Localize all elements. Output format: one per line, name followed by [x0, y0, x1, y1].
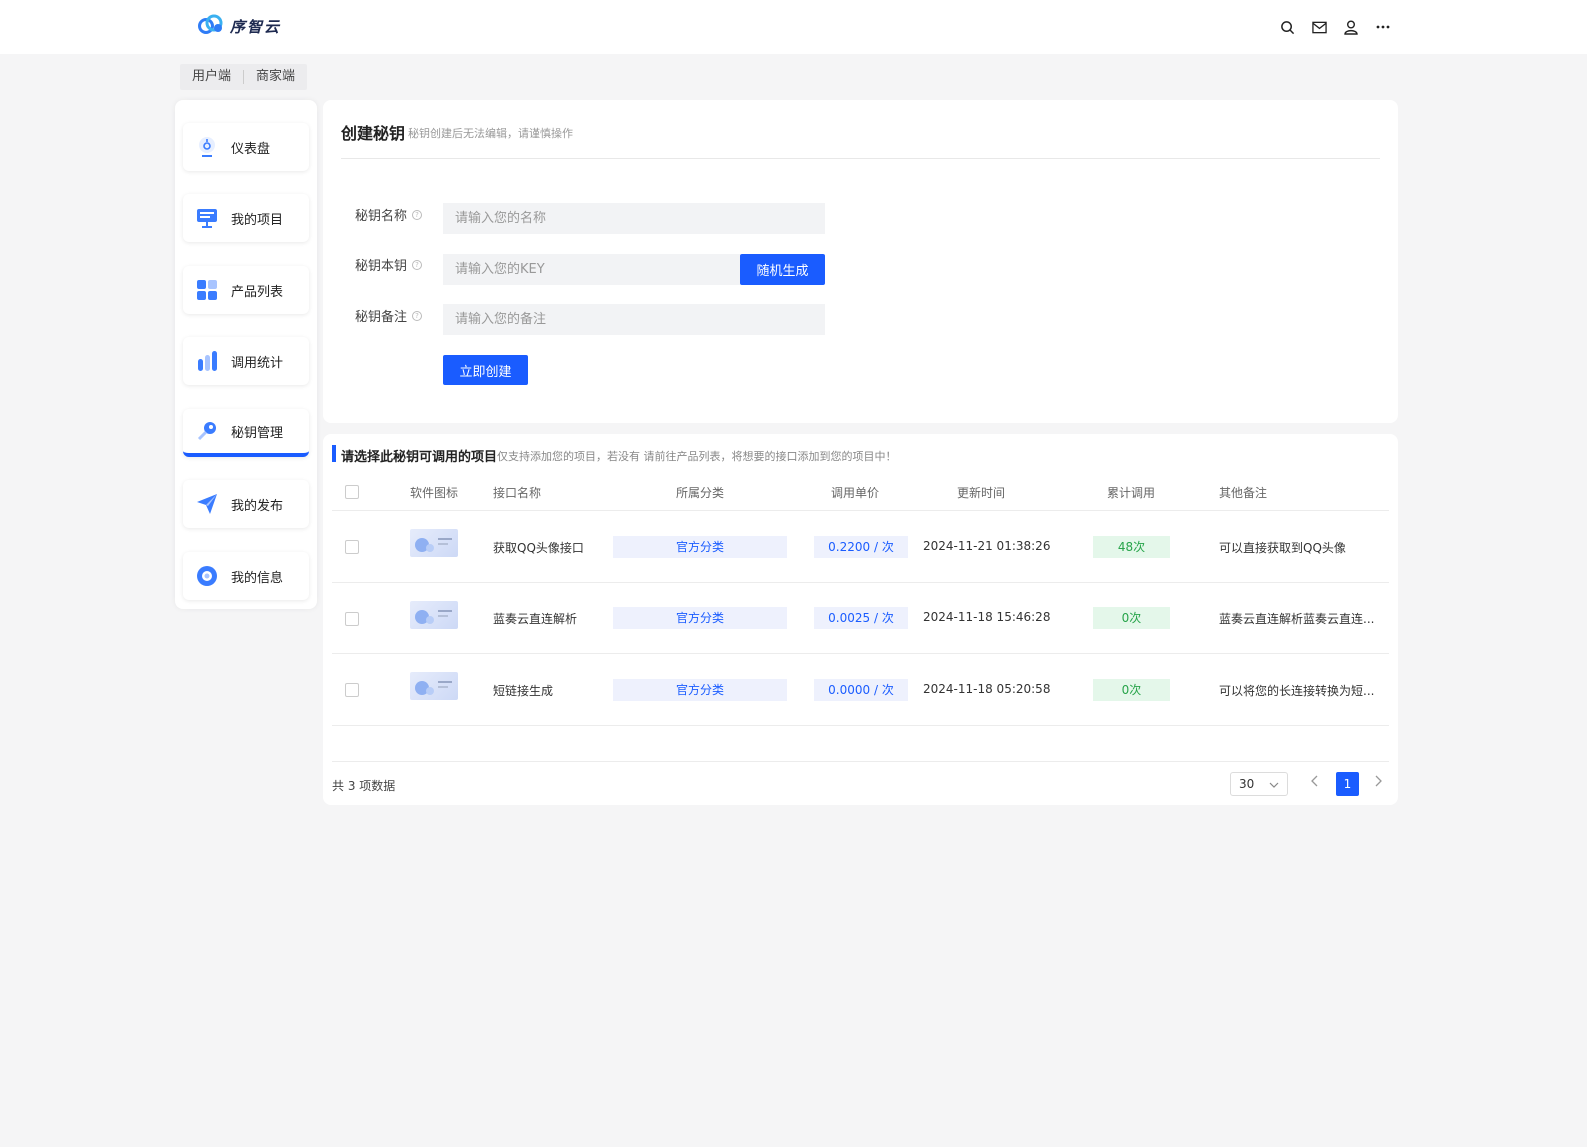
- more-icon[interactable]: [1374, 18, 1392, 36]
- app-thumbnail: [410, 601, 458, 629]
- project-icon: [195, 206, 219, 230]
- row-divider: [332, 582, 1389, 583]
- category-tag: 官方分类: [613, 607, 787, 629]
- title-accent-bar: [332, 445, 336, 462]
- sidebar-item-label: 我的发布: [231, 498, 284, 514]
- key-remark-input[interactable]: [443, 304, 825, 335]
- send-icon: [195, 492, 219, 516]
- tab-merchant[interactable]: 商家端: [244, 64, 307, 90]
- key-name-label-text: 秘钥名称: [355, 209, 408, 224]
- remark: 蓝奏云直连解析蓝奏云直连...: [1219, 612, 1375, 626]
- sidebar-item-label: 仪表盘: [231, 141, 271, 157]
- sidebar-item-label: 调用统计: [231, 355, 284, 371]
- column-header-icon: 软件图标: [410, 486, 459, 500]
- page-size-value: 30: [1239, 777, 1255, 791]
- api-name: 获取QQ头像接口: [493, 541, 584, 555]
- random-generate-button[interactable]: 随机生成: [740, 254, 825, 285]
- role-tabs: 用户端 商家端: [180, 64, 308, 90]
- key-remark-label-text: 秘钥备注: [355, 310, 408, 325]
- row-divider: [332, 761, 1389, 762]
- divider: [341, 158, 1380, 159]
- price-tag: 0.0025 / 次: [814, 607, 908, 629]
- call-count-badge: 0次: [1093, 607, 1170, 629]
- next-page-icon[interactable]: [1374, 775, 1382, 791]
- row-divider: [332, 510, 1389, 511]
- sidebar-item-projects[interactable]: 我的项目: [183, 194, 309, 242]
- search-icon[interactable]: [1278, 18, 1296, 36]
- select-all-checkbox[interactable]: [345, 485, 359, 499]
- create-key-title: 创建秘钥: [341, 124, 406, 143]
- total-count: 共 3 项数据: [332, 779, 396, 793]
- row-checkbox[interactable]: [345, 612, 359, 626]
- bar-chart-icon: [195, 349, 219, 373]
- key-value-label-text: 秘钥本钥: [355, 259, 408, 274]
- user-icon[interactable]: [1342, 18, 1360, 36]
- page-number-current[interactable]: 1: [1336, 772, 1359, 796]
- api-name: 蓝奏云直连解析: [493, 612, 578, 626]
- column-header-remark: 其他备注: [1219, 486, 1268, 500]
- project-select-card: 请选择此秘钥可调用的项目 仅支持添加您的项目，若没有 请前往产品列表，将想要的接…: [323, 434, 1398, 805]
- remark: 可以直接获取到QQ头像: [1219, 541, 1346, 555]
- help-icon[interactable]: ?: [412, 310, 423, 321]
- call-count-badge: 48次: [1093, 536, 1170, 558]
- row-divider: [332, 725, 1389, 726]
- grid-icon: [195, 278, 219, 302]
- dashboard-icon: [195, 135, 219, 159]
- sidebar-item-dashboard[interactable]: 仪表盘: [183, 123, 309, 171]
- tab-user[interactable]: 用户端: [180, 64, 243, 90]
- column-header-name: 接口名称: [493, 486, 542, 500]
- remark: 可以将您的长连接转换为短...: [1219, 684, 1375, 698]
- sidebar-item-stats[interactable]: 调用统计: [183, 337, 309, 385]
- row-divider: [332, 653, 1389, 654]
- column-header-updated: 更新时间: [957, 486, 1006, 500]
- logo-text: 序智云: [230, 17, 282, 36]
- create-now-button[interactable]: 立即创建: [443, 355, 528, 385]
- call-count-badge: 0次: [1093, 679, 1170, 701]
- sidebar-item-label: 秘钥管理: [231, 425, 284, 441]
- page-size-select[interactable]: 30: [1230, 772, 1288, 796]
- row-checkbox[interactable]: [345, 540, 359, 554]
- update-time: 2024-11-18 05:20:58: [923, 682, 1051, 696]
- price-tag: 0.2200 / 次: [814, 536, 908, 558]
- sidebar-item-products[interactable]: 产品列表: [183, 266, 309, 314]
- price-tag: 0.0000 / 次: [814, 679, 908, 701]
- chevron-down-icon: [1269, 777, 1279, 791]
- sidebar-item-label: 我的信息: [231, 570, 284, 586]
- update-time: 2024-11-21 01:38:26: [923, 539, 1051, 553]
- key-icon: [195, 419, 219, 443]
- column-header-calls: 累计调用: [1107, 486, 1156, 500]
- key-name-input[interactable]: [443, 203, 825, 234]
- key-remark-label: 秘钥备注 ?: [355, 306, 423, 325]
- project-select-subtitle: 仅支持添加您的项目，若没有 请前往产品列表，将想要的接口添加到您的项目中！: [497, 450, 897, 463]
- column-header-price: 调用单价: [831, 486, 880, 500]
- sidebar-item-publish[interactable]: 我的发布: [183, 480, 309, 528]
- category-tag: 官方分类: [613, 679, 787, 701]
- sidebar-item-label: 我的项目: [231, 212, 284, 228]
- prev-page-icon[interactable]: [1311, 775, 1319, 791]
- row-checkbox[interactable]: [345, 683, 359, 697]
- column-header-category: 所属分类: [676, 486, 725, 500]
- app-thumbnail: [410, 672, 458, 700]
- create-key-card: 创建秘钥 秘钥创建后无法编辑，请谨慎操作 秘钥名称 ? 秘钥本钥 ? 随机生成 …: [323, 100, 1398, 423]
- update-time: 2024-11-18 15:46:28: [923, 610, 1051, 624]
- top-bar: 序智云: [0, 0, 1587, 54]
- key-value-label: 秘钥本钥 ?: [355, 255, 423, 274]
- sidebar: 仪表盘 我的项目 产品列表 调用统计 秘钥管理 我的发布 我的信息: [175, 100, 317, 609]
- category-tag: 官方分类: [613, 536, 787, 558]
- cloud-logo-icon: [198, 14, 224, 38]
- logo[interactable]: 序智云: [198, 14, 281, 38]
- key-name-label: 秘钥名称 ?: [355, 205, 423, 224]
- info-icon: [195, 564, 219, 588]
- help-icon[interactable]: ?: [412, 209, 423, 220]
- sidebar-item-info[interactable]: 我的信息: [183, 552, 309, 600]
- api-name: 短链接生成: [493, 684, 554, 698]
- sidebar-item-keys[interactable]: 秘钥管理: [183, 409, 309, 457]
- help-icon[interactable]: ?: [412, 259, 423, 270]
- create-key-subtitle: 秘钥创建后无法编辑，请谨慎操作: [408, 127, 573, 140]
- sidebar-item-label: 产品列表: [231, 284, 284, 300]
- project-select-title: 请选择此秘钥可调用的项目: [341, 450, 498, 465]
- app-thumbnail: [410, 529, 458, 557]
- key-value-input[interactable]: [443, 254, 740, 285]
- mail-icon[interactable]: [1310, 18, 1328, 36]
